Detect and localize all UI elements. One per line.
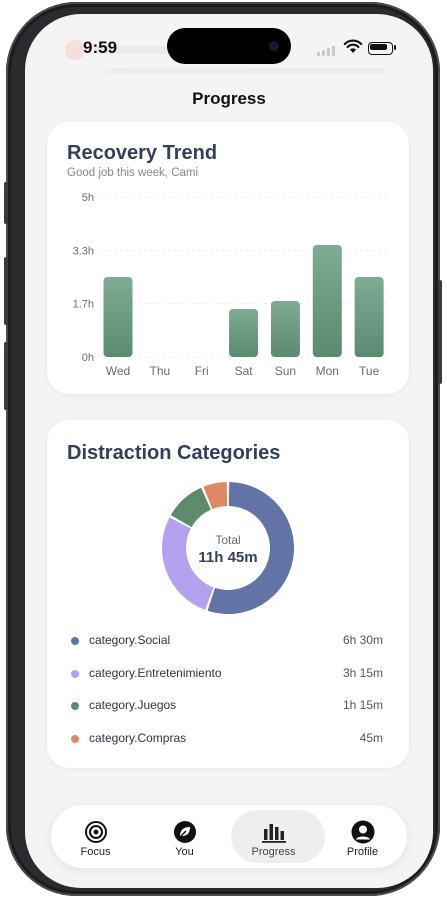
legend-value: 6h 30m bbox=[342, 633, 383, 647]
legend-dot bbox=[71, 669, 79, 678]
action-button bbox=[4, 182, 8, 224]
legend-value: 1h 15m bbox=[342, 698, 383, 712]
distraction-categories-title: Distraction Categories bbox=[67, 442, 281, 464]
x-tick-label: Tue bbox=[359, 364, 380, 378]
screen: 9:59 Progress Recovery Trend Good job th… bbox=[25, 14, 433, 888]
wifi-icon bbox=[343, 39, 363, 53]
tab-progress[interactable]: Progress bbox=[229, 805, 325, 868]
volume-up-button bbox=[4, 257, 8, 325]
legend-item[interactable]: category.Compras 45m bbox=[67, 731, 389, 764]
phone-frame: 9:59 Progress Recovery Trend Good job th… bbox=[4, 2, 442, 896]
power-button bbox=[438, 280, 442, 384]
tab-label: Profile bbox=[346, 846, 379, 858]
bar-chart-icon bbox=[229, 819, 318, 845]
user-icon bbox=[318, 819, 407, 845]
x-tick-label: Thu bbox=[150, 364, 171, 378]
recovery-bar-chart: 0h 1.7h 3.3h 5h Wed Thu Fri Sat Sun Mon Tue bbox=[73, 192, 387, 378]
tab-profile[interactable]: Profile bbox=[318, 805, 407, 868]
target-icon bbox=[51, 819, 140, 845]
y-tick-label: 3.3h bbox=[73, 245, 94, 257]
donut-total-label: Total bbox=[215, 533, 241, 547]
legend-dot bbox=[71, 734, 79, 743]
legend-item[interactable]: category.Entretenimiento 3h 15m bbox=[67, 666, 389, 699]
battery-tip bbox=[394, 45, 396, 50]
y-tick-label: 0h bbox=[82, 352, 94, 364]
distraction-categories-card: Distraction Categories Total 11h 45m cat… bbox=[47, 420, 409, 768]
legend-name: category.Social bbox=[89, 633, 171, 647]
tab-label: You bbox=[175, 846, 194, 858]
bar-wed[interactable] bbox=[103, 277, 133, 357]
tab-you[interactable]: You bbox=[140, 805, 229, 868]
status-time: 9:59 bbox=[83, 38, 118, 57]
x-tick-label: Fri bbox=[195, 364, 209, 378]
x-tick-label: Sat bbox=[235, 364, 254, 378]
tab-bar: Focus You Progress Profile bbox=[51, 805, 407, 868]
y-tick-label: 5h bbox=[82, 192, 94, 204]
bar-mon[interactable] bbox=[312, 245, 342, 357]
camera-icon bbox=[269, 41, 279, 51]
tab-label: Progress bbox=[251, 846, 296, 858]
x-tick-label: Mon bbox=[316, 364, 339, 378]
battery-icon bbox=[368, 42, 393, 55]
bar-sat[interactable] bbox=[229, 309, 259, 357]
x-tick-label: Sun bbox=[275, 364, 296, 378]
legend-name: category.Entretenimiento bbox=[89, 665, 222, 680]
legend-value: 3h 15m bbox=[342, 665, 383, 680]
bar-tue[interactable] bbox=[354, 277, 384, 357]
cellular-signal-icon bbox=[317, 46, 335, 56]
legend-dot bbox=[71, 702, 79, 710]
recovery-trend-card: Recovery Trend Good job this week, Cami … bbox=[47, 122, 409, 394]
legend-dot bbox=[71, 637, 79, 645]
legend-value: 45m bbox=[359, 730, 383, 745]
tab-label: Focus bbox=[80, 846, 111, 858]
legend-name: category.Juegos bbox=[89, 698, 177, 712]
x-tick-label: Wed bbox=[106, 364, 130, 378]
legend-item[interactable]: category.Juegos 1h 15m bbox=[67, 698, 389, 731]
legend-item[interactable]: category.Social 6h 30m bbox=[67, 633, 389, 666]
distraction-donut-chart bbox=[162, 482, 294, 614]
donut-total-value: 11h 45m bbox=[198, 549, 258, 566]
bar-sun[interactable] bbox=[270, 301, 300, 357]
leaf-icon bbox=[140, 819, 229, 845]
y-tick-label: 1.7h bbox=[73, 299, 94, 311]
category-legend: category.Social 6h 30m category.Entreten… bbox=[67, 633, 389, 763]
legend-name: category.Compras bbox=[89, 730, 187, 745]
page-title: Progress bbox=[192, 89, 266, 108]
tab-focus[interactable]: Focus bbox=[51, 805, 140, 868]
volume-down-button bbox=[4, 342, 8, 410]
